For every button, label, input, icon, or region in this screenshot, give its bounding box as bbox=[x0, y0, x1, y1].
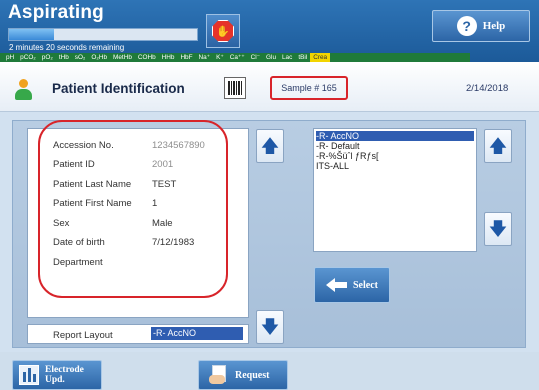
electrode-label: Electrode Upd. bbox=[45, 365, 84, 385]
report-layout-value[interactable]: -R- AccNO bbox=[151, 327, 243, 340]
arrow-down-icon: 🡇 bbox=[260, 317, 280, 337]
parameter-label: O₂Hb bbox=[91, 54, 108, 61]
parameter-label: HbF bbox=[180, 54, 193, 61]
field-label-accession: Accession No. bbox=[53, 140, 114, 151]
electrode-label-line-2: Upd. bbox=[45, 375, 65, 385]
field-value-last-name[interactable]: TEST bbox=[152, 179, 176, 190]
parameter-label: pO₂ bbox=[41, 54, 53, 61]
field-label-patient-id: Patient ID bbox=[53, 159, 95, 170]
stop-octagon-icon: ✋ bbox=[212, 20, 234, 42]
app-title: Aspirating bbox=[8, 2, 104, 23]
help-icon: ? bbox=[456, 16, 477, 36]
select-button[interactable]: Select bbox=[314, 267, 390, 303]
arrow-up-icon: 🡅 bbox=[260, 136, 280, 156]
stop-button[interactable]: ✋ bbox=[206, 14, 240, 48]
field-value-patient-id[interactable]: 2001 bbox=[152, 159, 173, 170]
layout-list-item[interactable]: -R-%Šüˆl ƒRƒs[ bbox=[316, 151, 474, 161]
layout-list-item[interactable]: -R- Default bbox=[316, 141, 474, 151]
page-title: Patient Identification bbox=[52, 81, 185, 96]
electrode-label-line-1: Electrode bbox=[45, 365, 84, 375]
parameter-label: HHb bbox=[161, 54, 175, 61]
field-label-date-of-birth: Date of birth bbox=[53, 237, 105, 248]
parameter-label: Lac bbox=[282, 54, 293, 61]
field-value-accession[interactable]: 1234567890 bbox=[152, 140, 205, 151]
patient-icon bbox=[14, 79, 32, 101]
date-text: 2/14/2018 bbox=[466, 83, 509, 94]
parameter-label: MetHb bbox=[113, 54, 132, 61]
layout-list-item[interactable]: -R- AccNO bbox=[316, 131, 474, 141]
field-value-sex[interactable]: Male bbox=[152, 218, 173, 229]
field-label-sex: Sex bbox=[53, 218, 70, 229]
barcode-icon[interactable] bbox=[224, 77, 246, 99]
sample-number: Sample # 165 bbox=[270, 76, 348, 100]
parameter-label: pCO₂ bbox=[20, 54, 36, 61]
parameter-label: K⁺ bbox=[216, 54, 224, 61]
parameter-strip: pH pCO₂ pO₂ tHb sO₂ O₂Hb MetHb COHb HHb HbF Na⁺ K⁺ C… bbox=[0, 53, 470, 62]
parameter-label: COHb bbox=[137, 54, 156, 61]
remaining-time-text: 2 minutes 20 seconds remaining bbox=[9, 43, 125, 52]
select-label: Select bbox=[353, 279, 378, 291]
field-value-first-name[interactable]: 1 bbox=[152, 198, 157, 209]
electrode-update-button[interactable]: Electrode Upd. bbox=[12, 360, 102, 390]
parameter-label: Glu bbox=[266, 54, 276, 61]
field-label-department: Department bbox=[53, 257, 103, 268]
help-button[interactable]: ? Help bbox=[432, 10, 530, 42]
parameter-label: Ca⁺⁺ bbox=[229, 54, 245, 61]
parameter-label: pH bbox=[6, 54, 15, 61]
request-label: Request bbox=[235, 369, 270, 381]
parameter-label: tHb bbox=[58, 54, 69, 61]
parameter-label: sO₂ bbox=[74, 54, 86, 61]
arrow-left-icon bbox=[326, 278, 348, 292]
parameter-label: tBil bbox=[298, 54, 308, 61]
arrow-down-icon: 🡇 bbox=[488, 219, 508, 239]
field-value-date-of-birth[interactable]: 7/12/1983 bbox=[152, 237, 194, 248]
progress-bar bbox=[8, 28, 198, 41]
electrode-icon bbox=[19, 365, 39, 385]
progress-fill bbox=[9, 29, 55, 40]
layout-list-item[interactable]: ITS-ALL bbox=[316, 161, 474, 171]
help-label: Help bbox=[482, 20, 506, 32]
report-layout-label: Report Layout bbox=[53, 330, 113, 341]
arrow-up-icon: 🡅 bbox=[488, 136, 508, 156]
list-scroll-down-button[interactable]: 🡇 bbox=[484, 212, 512, 246]
field-label-first-name: Patient First Name bbox=[53, 198, 132, 209]
parameter-label: Crea bbox=[310, 53, 331, 62]
list-scroll-up-button[interactable]: 🡅 bbox=[484, 129, 512, 163]
field-label-last-name: Patient Last Name bbox=[53, 179, 132, 190]
scroll-down-button[interactable]: 🡇 bbox=[256, 310, 284, 344]
request-icon bbox=[209, 365, 231, 385]
request-button[interactable]: Request bbox=[198, 360, 288, 390]
scroll-up-button[interactable]: 🡅 bbox=[256, 129, 284, 163]
parameter-label: Na⁺ bbox=[198, 54, 211, 61]
parameter-label: Cl⁻ bbox=[250, 54, 261, 61]
